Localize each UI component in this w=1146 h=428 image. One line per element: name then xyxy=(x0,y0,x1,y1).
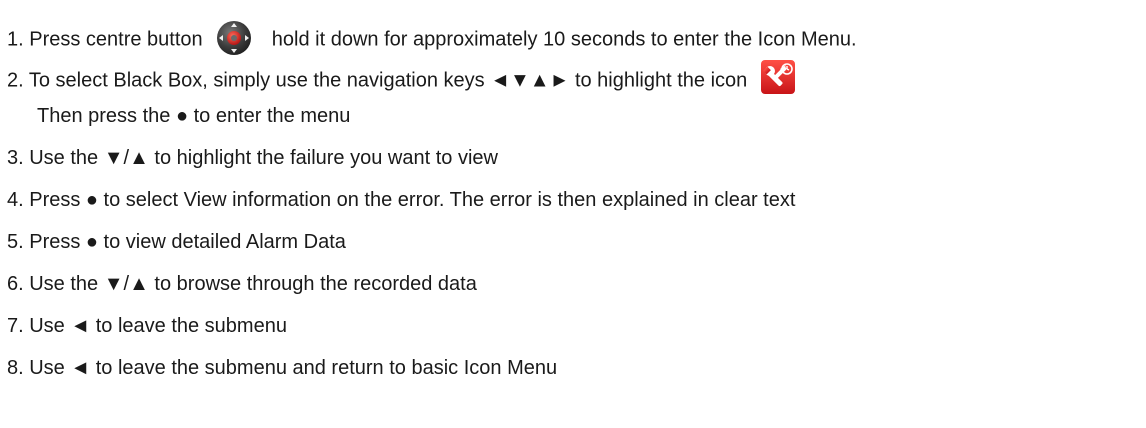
step-7: 7. Use ◄ to leave the submenu xyxy=(7,315,287,337)
step-3: 3. Use the ▼/▲ to highlight the failure … xyxy=(7,147,498,169)
step-6: 6. Use the ▼/▲ to browse through the rec… xyxy=(7,273,477,295)
step-2: 2. To select Black Box, simply use the n… xyxy=(7,60,795,94)
step-1-text-after: hold it down for approximately 10 second… xyxy=(271,28,857,51)
step-8: 8. Use ◄ to leave the submenu and return… xyxy=(7,357,558,379)
step-1-text-before: 1. Press centre button xyxy=(7,28,203,51)
step-2-continuation: Then press the ● to enter the menu xyxy=(37,105,351,127)
step-5: 5. Press ● to view detailed Alarm Data xyxy=(7,231,346,253)
wrench-clock-icon xyxy=(760,60,795,94)
navigation-pad-icon xyxy=(216,20,252,56)
step-1: 1. Press centre button hold it down for … xyxy=(7,21,857,55)
step-2-text: 2. To select Black Box, simply use the n… xyxy=(7,69,748,92)
step-4: 4. Press ● to select View information on… xyxy=(7,189,796,211)
